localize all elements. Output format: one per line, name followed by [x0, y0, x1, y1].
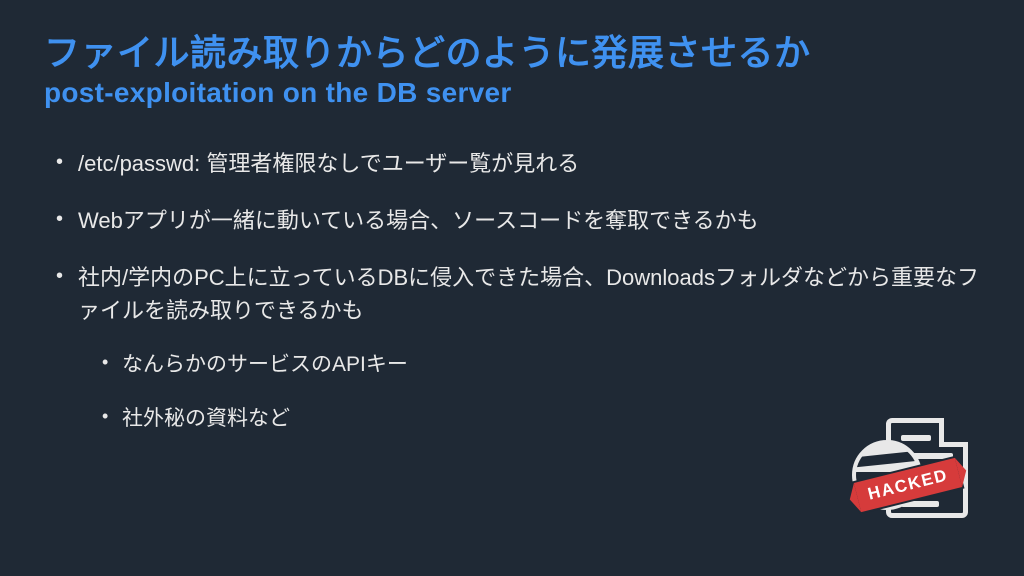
bullet-text: 社外秘の資料など — [122, 407, 290, 430]
sub-bullet-item: 社外秘の資料など — [102, 403, 980, 435]
hacked-icon: HACKED — [852, 412, 970, 532]
bullet-text: なんらかのサービスのAPIキー — [122, 353, 408, 376]
bullet-text: 社内/学内のPC上に立っているDBに侵入できた場合、Downloadsフォルダな… — [78, 265, 979, 323]
bullet-item: 社内/学内のPC上に立っているDBに侵入できた場合、Downloadsフォルダな… — [56, 261, 980, 434]
slide-body: /etc/passwd: 管理者権限なしでユーザー覧が見れる Webアプリが一緒… — [44, 147, 980, 434]
bullet-item: /etc/passwd: 管理者権限なしでユーザー覧が見れる — [56, 147, 980, 180]
bullet-text: /etc/passwd: 管理者権限なしでユーザー覧が見れる — [78, 151, 579, 176]
bullet-item: Webアプリが一緒に動いている場合、ソースコードを奪取できるかも — [56, 204, 980, 237]
sub-bullet-item: なんらかのサービスのAPIキー — [102, 349, 980, 381]
bullet-text: Webアプリが一緒に動いている場合、ソースコードを奪取できるかも — [78, 208, 759, 233]
slide-subtitle: post-exploitation on the DB server — [44, 77, 980, 109]
slide-title: ファイル読み取りからどのように発展させるか — [44, 30, 980, 75]
